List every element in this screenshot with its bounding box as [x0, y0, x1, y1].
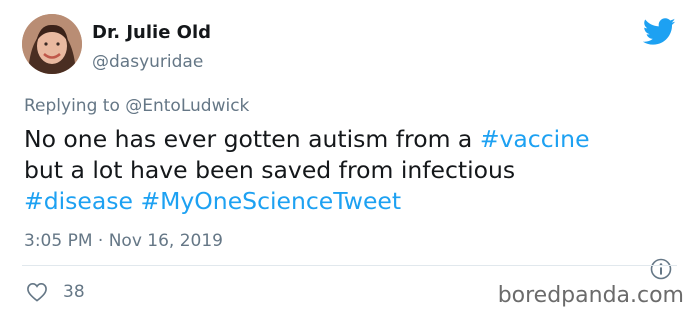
twitter-bird-icon[interactable]: [643, 18, 676, 46]
author-name[interactable]: Dr. Julie Old: [92, 22, 211, 43]
divider: [22, 265, 677, 266]
like-count: 38: [63, 282, 85, 302]
author-handle[interactable]: @dasyuridae: [92, 52, 203, 72]
avatar-image: [22, 14, 82, 74]
hashtag-link[interactable]: #MyOneScienceTweet: [140, 187, 401, 215]
avatar[interactable]: [22, 14, 82, 74]
tweet-timestamp[interactable]: 3:05 PM · Nov 16, 2019: [24, 231, 223, 251]
info-icon[interactable]: [650, 258, 672, 280]
reply-mention-link[interactable]: @EntoLudwick: [125, 96, 249, 116]
hashtag-link[interactable]: #vaccine: [480, 125, 590, 153]
watermark: boredpanda.com: [497, 283, 684, 308]
tweet-text-part: but a lot have been saved from infectiou…: [24, 156, 516, 184]
heart-icon[interactable]: [26, 282, 48, 302]
tweet-text-part: No one has ever gotten autism from a: [24, 125, 480, 153]
reply-context: Replying to @EntoLudwick: [24, 96, 249, 116]
tweet-body: No one has ever gotten autism from a #va…: [24, 124, 674, 217]
reply-prefix: Replying to: [24, 96, 120, 116]
hashtag-link[interactable]: #disease: [24, 187, 133, 215]
